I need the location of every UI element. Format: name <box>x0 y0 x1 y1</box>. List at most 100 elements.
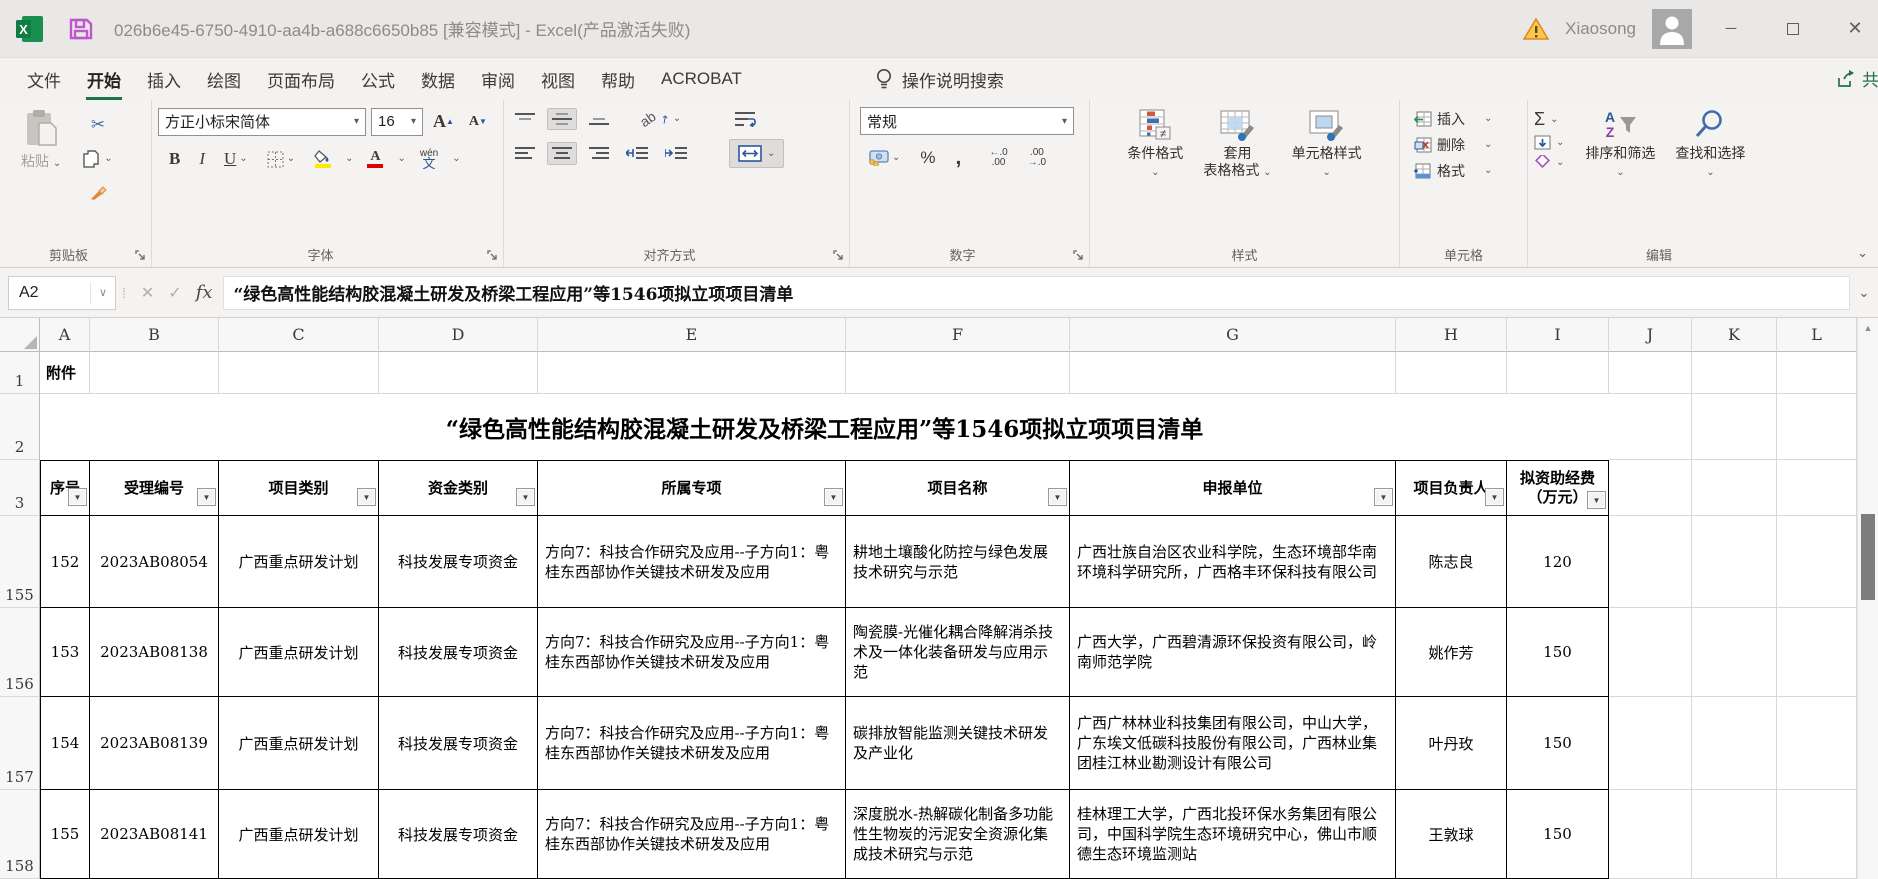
tab-draw[interactable]: 绘图 <box>194 61 254 98</box>
font-color-button[interactable]: A <box>362 147 388 172</box>
insert-cells-button[interactable]: 插入⌄ <box>1414 109 1521 129</box>
cell-styles-button[interactable]: 单元格样式⌄ <box>1285 107 1369 181</box>
cell-id[interactable]: 2023AB08138 <box>90 608 219 697</box>
scroll-up-icon[interactable]: ▲ <box>1858 318 1878 338</box>
empty-cell[interactable] <box>1692 697 1777 790</box>
orientation-button[interactable]: ab↗⌄ <box>635 107 686 131</box>
tab-acrobat[interactable]: ACROBAT <box>648 63 755 95</box>
avatar[interactable] <box>1652 9 1692 49</box>
cell-category[interactable]: 广西重点研发计划 <box>219 790 379 879</box>
underline-button[interactable]: U⌄ <box>219 145 253 173</box>
column-header-h[interactable]: H <box>1396 318 1507 352</box>
borders-button[interactable]: ⌄ <box>262 147 300 172</box>
user-name[interactable]: Xiaosong <box>1565 19 1636 39</box>
cell-id[interactable]: 2023AB08141 <box>90 790 219 879</box>
font-size-combo[interactable]: 16▾ <box>371 108 423 136</box>
tab-review[interactable]: 审阅 <box>468 61 528 98</box>
increase-decimal-button[interactable]: ←←.0.0.00 <box>984 144 1012 172</box>
paste-button[interactable]: 粘贴 ⌄ <box>14 107 68 172</box>
percent-style-button[interactable]: % <box>915 144 940 172</box>
tab-data[interactable]: 数据 <box>408 61 468 98</box>
align-right-button[interactable] <box>584 142 614 165</box>
share-button[interactable]: 共享 <box>1836 66 1878 91</box>
cell-leader[interactable]: 王敦球 <box>1396 790 1507 879</box>
header-project[interactable]: 项目名称▼ <box>846 460 1070 516</box>
format-as-table-button[interactable]: 套用表格格式 ⌄ <box>1196 107 1278 181</box>
middle-align-button[interactable] <box>547 108 577 130</box>
header-org[interactable]: 申报单位▼ <box>1070 460 1396 516</box>
header-id[interactable]: 受理编号▼ <box>90 460 219 516</box>
tab-formulas[interactable]: 公式 <box>348 61 408 98</box>
select-all-button[interactable] <box>0 318 40 352</box>
clear-button[interactable]: ⌄ <box>1534 155 1564 170</box>
cell-category[interactable]: 广西重点研发计划 <box>219 516 379 608</box>
row-header[interactable]: 158 <box>0 790 40 879</box>
filter-icon[interactable]: ▼ <box>197 488 216 506</box>
row-header[interactable]: 155 <box>0 516 40 608</box>
empty-cell[interactable] <box>1070 352 1396 394</box>
column-header-f[interactable]: F <box>846 318 1070 352</box>
grow-font-button[interactable]: A▲ <box>428 107 459 136</box>
delete-cells-button[interactable]: 删除⌄ <box>1414 135 1521 155</box>
cell-category[interactable]: 广西重点研发计划 <box>219 697 379 790</box>
filter-icon[interactable]: ▼ <box>824 488 843 506</box>
empty-cell[interactable] <box>1692 352 1777 394</box>
bottom-align-button[interactable] <box>584 108 614 130</box>
tab-page-layout[interactable]: 页面布局 <box>254 61 348 98</box>
cell-category[interactable]: 广西重点研发计划 <box>219 608 379 697</box>
tab-home[interactable]: 开始 <box>74 61 134 98</box>
align-left-button[interactable] <box>510 142 540 165</box>
cell-project[interactable]: 碳排放智能监测关键技术研发及产业化 <box>846 697 1070 790</box>
cell-project[interactable]: 耕地土壤酸化防控与绿色发展技术研究与示范 <box>846 516 1070 608</box>
empty-cell[interactable] <box>1777 394 1857 460</box>
column-header-a[interactable]: A <box>40 318 90 352</box>
header-amount[interactable]: 拟资助经费 （万元）▼ <box>1507 460 1609 516</box>
empty-cell[interactable] <box>1777 352 1857 394</box>
column-header-l[interactable]: L <box>1777 318 1857 352</box>
collapse-ribbon-icon[interactable]: ⌄ <box>1857 245 1868 261</box>
scrollbar-thumb[interactable] <box>1861 514 1875 600</box>
empty-cell[interactable] <box>846 352 1070 394</box>
column-header-k[interactable]: K <box>1692 318 1777 352</box>
empty-cell[interactable] <box>1692 394 1777 460</box>
cell-project[interactable]: 深度脱水-热解碳化制备多功能性生物炭的污泥安全资源化集成技术研究与示范 <box>846 790 1070 879</box>
cell-amount[interactable]: 150 <box>1507 790 1609 879</box>
comma-style-button[interactable]: , <box>951 149 967 167</box>
phonetic-guide-button[interactable]: wén 文 <box>415 145 443 173</box>
header-category[interactable]: 项目类别▼ <box>219 460 379 516</box>
cell-org[interactable]: 广西壮族自治区农业科学院，生态环境部华南环境科学研究所，广西格丰环保科技有限公司 <box>1070 516 1396 608</box>
header-fund[interactable]: 资金类别▼ <box>379 460 538 516</box>
formula-input[interactable]: “绿色高性能结构胶混凝土研发及桥梁工程应用”等1546项拟立项项目清单 <box>223 276 1850 310</box>
fill-button[interactable]: ⌄ <box>1534 135 1564 150</box>
cell-fund[interactable]: 科技发展专项资金 <box>379 697 538 790</box>
filter-icon[interactable]: ▼ <box>1048 488 1067 506</box>
empty-cell[interactable] <box>1609 697 1692 790</box>
font-name-combo[interactable]: 方正小标宋简体▾ <box>158 108 366 136</box>
empty-cell[interactable] <box>1609 460 1692 516</box>
increase-indent-button[interactable] <box>660 142 692 165</box>
merge-center-button[interactable]: ⌄ <box>729 139 784 168</box>
cell-amount[interactable]: 120 <box>1507 516 1609 608</box>
cancel-icon[interactable]: ✕ <box>141 283 154 303</box>
empty-cell[interactable] <box>1692 460 1777 516</box>
tab-view[interactable]: 视图 <box>528 61 588 98</box>
cell-amount[interactable]: 150 <box>1507 608 1609 697</box>
wrap-text-button[interactable] <box>729 107 761 131</box>
row-header[interactable]: 2 <box>0 394 40 460</box>
column-header-i[interactable]: I <box>1507 318 1609 352</box>
clipboard-dialog-launcher-icon[interactable] <box>135 250 146 261</box>
format-painter-button[interactable] <box>78 179 117 205</box>
cell-fund[interactable]: 科技发展专项资金 <box>379 516 538 608</box>
column-header-d[interactable]: D <box>379 318 538 352</box>
empty-cell[interactable] <box>1692 516 1777 608</box>
formula-bar-handle[interactable]: ⁞ <box>122 285 125 301</box>
cell-no[interactable]: 155 <box>40 790 90 879</box>
alignment-dialog-launcher-icon[interactable] <box>833 250 844 261</box>
conditional-formatting-button[interactable]: ≠ 条件格式⌄ <box>1120 107 1190 181</box>
empty-cell[interactable] <box>379 352 538 394</box>
top-align-button[interactable] <box>510 108 540 130</box>
enter-icon[interactable]: ✓ <box>168 283 181 303</box>
cell-id[interactable]: 2023AB08054 <box>90 516 219 608</box>
empty-cell[interactable] <box>1396 352 1507 394</box>
empty-cell[interactable] <box>1507 352 1609 394</box>
